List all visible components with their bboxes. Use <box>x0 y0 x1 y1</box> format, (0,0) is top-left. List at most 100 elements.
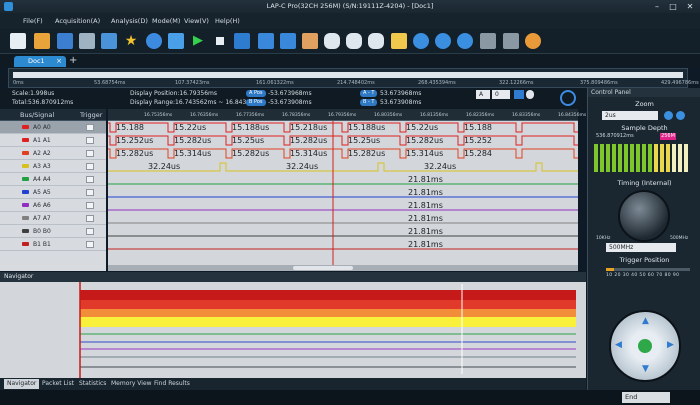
a-t-badge[interactable]: A - T <box>360 90 378 97</box>
close-button[interactable]: ✕ <box>683 1 697 12</box>
add-tab-button[interactable]: + <box>69 55 77 66</box>
grid-icon[interactable] <box>391 33 407 49</box>
a-pos-badge[interactable]: A Pos <box>246 90 266 97</box>
trigger-checkbox[interactable] <box>86 150 94 157</box>
overview-tick-label: 268.435394ms <box>418 80 456 86</box>
trigger-checkbox[interactable] <box>86 228 94 235</box>
trigger-checkbox[interactable] <box>86 124 94 131</box>
flag-icon-2[interactable] <box>280 33 296 49</box>
cursor-number-select[interactable]: 0 <box>492 90 510 99</box>
zoom-out-icon[interactable] <box>435 33 451 49</box>
timing-knob[interactable] <box>618 190 670 242</box>
signal-row[interactable]: A1 A1 <box>0 134 106 147</box>
trigger-checkbox[interactable] <box>86 137 94 144</box>
signal-row[interactable]: A6 A6 <box>0 199 106 212</box>
zoom-fit-icon[interactable] <box>457 33 473 49</box>
link-icon[interactable] <box>503 33 519 49</box>
scroll-thumb[interactable] <box>293 266 353 270</box>
trigger-checkbox[interactable] <box>86 189 94 196</box>
depth-bar <box>654 144 658 172</box>
run-icon[interactable]: ▶ <box>190 33 206 49</box>
tab-doc1[interactable]: Doc1 × <box>14 56 66 67</box>
trigger-checkbox[interactable] <box>86 202 94 209</box>
end-field[interactable]: End <box>622 392 670 403</box>
navigator-panel[interactable] <box>0 282 586 378</box>
star-icon[interactable]: ★ <box>123 33 139 49</box>
bubble-icon-2[interactable] <box>346 33 362 49</box>
signal-color-icon <box>22 203 29 207</box>
open-folder-icon[interactable] <box>34 33 50 49</box>
trigger-checkbox[interactable] <box>86 176 94 183</box>
settings-icon[interactable] <box>146 33 162 49</box>
signal-row[interactable]: A3 A3 <box>0 160 106 173</box>
lightbulb-icon[interactable] <box>526 90 534 99</box>
trigger-checkbox[interactable] <box>86 241 94 248</box>
new-file-icon[interactable] <box>10 33 26 49</box>
signal-row[interactable]: A4 A4 <box>0 173 106 186</box>
copy-icon[interactable] <box>101 33 117 49</box>
b-pos-value: -53.673908ms <box>268 99 312 106</box>
b-pos-badge[interactable]: B Pos <box>246 99 266 106</box>
signal-row[interactable]: A7 A7 <box>0 212 106 225</box>
zoom-out-small-icon[interactable] <box>676 111 685 120</box>
menu-analysis[interactable]: Analysis(D) <box>111 17 148 25</box>
zoom-in-icon[interactable] <box>413 33 429 49</box>
signal-row[interactable]: A5 A5 <box>0 186 106 199</box>
minimize-button[interactable]: – <box>650 1 664 12</box>
sample-depth-meter[interactable] <box>594 142 694 172</box>
signal-row[interactable]: A2 A2 <box>0 147 106 160</box>
menu-acquisition[interactable]: Acquisition(A) <box>55 17 100 25</box>
overview-ruler[interactable]: 0ms 53.68754ms 107.37423ms 161.061322ms 214.… <box>8 68 699 88</box>
tab-packet-list[interactable]: Packet List <box>39 379 77 389</box>
save-icon[interactable] <box>57 33 73 49</box>
tab-doc1-label: Doc1 <box>28 57 45 65</box>
zoom-select[interactable]: 2us <box>602 111 658 120</box>
pad-down-icon[interactable]: ▼ <box>642 364 649 374</box>
bubble-icon-1[interactable] <box>324 33 340 49</box>
menu-mode[interactable]: Mode(M) <box>152 17 180 25</box>
zoom-in-small-icon[interactable] <box>664 111 673 120</box>
tab-close-icon[interactable]: × <box>56 56 62 67</box>
trigger-checkbox[interactable] <box>86 163 94 170</box>
navigation-pad[interactable]: ▲ ▼ ◀ ▶ <box>609 310 681 382</box>
tab-find-results[interactable]: Find Results <box>151 379 193 389</box>
cursor-select[interactable]: A <box>476 90 490 99</box>
overview-track[interactable] <box>13 72 683 78</box>
signal-row[interactable]: B0 B0 <box>0 225 106 238</box>
timing-select[interactable]: 500MHz <box>606 243 676 252</box>
signal-color-icon <box>22 125 29 129</box>
target-icon[interactable] <box>525 33 541 49</box>
a-t-value: 53.673968ms <box>380 90 422 97</box>
signal-row[interactable]: A0 A0 <box>0 121 106 134</box>
stop-icon[interactable] <box>212 33 228 49</box>
flag-icon-1[interactable] <box>258 33 274 49</box>
pad-left-icon[interactable]: ◀ <box>615 340 622 350</box>
menu-view[interactable]: View(V) <box>184 17 209 25</box>
clock-icon[interactable] <box>560 90 576 106</box>
waveform-area[interactable]: 15.188 15.22us 15.188us 15.218us 15.188us 15.… <box>108 121 578 265</box>
menu-help[interactable]: Help(H) <box>215 17 240 25</box>
b-t-badge[interactable]: B - T <box>360 99 378 106</box>
waveform-measurement: 15.284 <box>464 149 492 158</box>
waveform-horizontal-scrollbar[interactable] <box>108 265 578 271</box>
tools-icon[interactable] <box>168 33 184 49</box>
tab-memory-view[interactable]: Memory View <box>108 379 155 389</box>
pen-icon[interactable] <box>302 33 318 49</box>
hand-icon[interactable] <box>480 33 496 49</box>
cursor-add-icon[interactable] <box>514 90 524 99</box>
pad-center-icon[interactable] <box>638 339 652 353</box>
pad-right-icon[interactable]: ▶ <box>667 340 674 350</box>
waveform-time-ruler[interactable]: 16.75356ms 16.76356ms 16.77356ms 16.78356ms… <box>108 109 586 121</box>
bubble-icon-3[interactable] <box>368 33 384 49</box>
tab-navigator[interactable]: Navigator <box>4 379 40 389</box>
trigger-checkbox[interactable] <box>86 215 94 222</box>
pad-up-icon[interactable]: ▲ <box>642 316 649 326</box>
print-icon[interactable] <box>79 33 95 49</box>
signal-row[interactable]: B1 B1 <box>0 238 106 251</box>
timing-title: Timing (Internal) <box>617 179 672 187</box>
maximize-button[interactable]: □ <box>666 1 680 12</box>
cursor-icon[interactable] <box>234 33 250 49</box>
tab-statistics[interactable]: Statistics <box>76 379 109 389</box>
trigger-position-track[interactable] <box>606 268 690 271</box>
menu-file[interactable]: File(F) <box>23 17 43 25</box>
